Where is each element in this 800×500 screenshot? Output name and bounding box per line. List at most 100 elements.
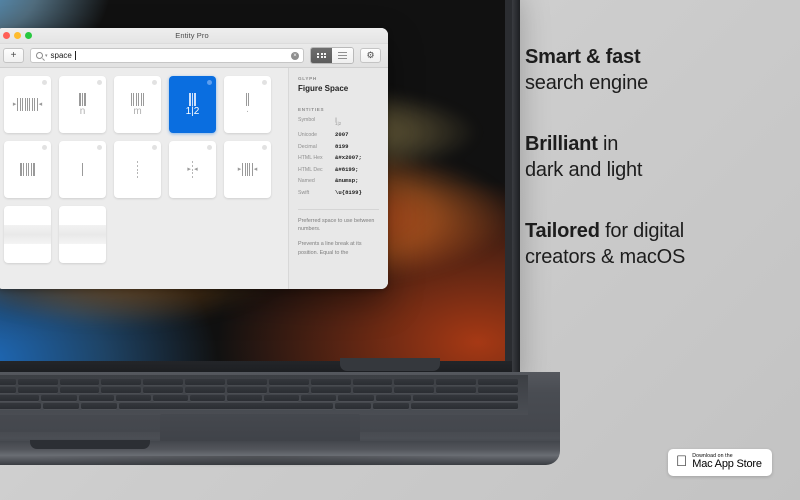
entity-key: HTML Hex: [298, 155, 323, 161]
grid-view-button[interactable]: [311, 48, 332, 63]
entity-key: Unicode: [298, 132, 318, 138]
entity-value[interactable]: 2007: [335, 131, 348, 138]
info-icon[interactable]: [97, 80, 102, 85]
clear-search-icon[interactable]: ×: [291, 51, 299, 60]
grid-icon: [317, 52, 326, 59]
glyph-note-secondary: Prevents a line break at its position. E…: [298, 241, 362, 256]
entity-row: Unicode 2007: [298, 131, 379, 138]
glyph-tile[interactable]: n: [59, 76, 106, 133]
feature-subline-1: search engine: [525, 72, 649, 95]
entity-row: Symbol ∥ 1|2: [298, 117, 379, 127]
entity-value[interactable]: &#x2007;: [335, 154, 362, 161]
feature-rest-3: for digital: [599, 219, 685, 242]
glyph-sublabel: 1|2: [185, 105, 200, 117]
glyph-grid[interactable]: ▸ ◂ n m 1|2 · ▸ ◂ ▸ ◂: [0, 68, 288, 289]
glyph-tile[interactable]: ▸ ◂: [4, 76, 51, 133]
add-button[interactable]: +: [3, 48, 24, 63]
text-caret: [74, 51, 76, 60]
entity-key: HTML Dec: [298, 166, 323, 173]
glyph-tile[interactable]: ␣: [59, 206, 106, 263]
feature-strong-2: Brilliant: [525, 132, 598, 155]
app-store-large-text: Mac App Store: [681, 458, 762, 471]
entity-key: Decimal: [298, 143, 317, 150]
entity-value[interactable]: &#8199;: [335, 166, 359, 173]
feature-rest-2: in: [597, 132, 619, 155]
glyph-name: Figure Space: [298, 84, 349, 93]
detail-divider: [298, 208, 379, 210]
feature-headline-3: Tailored for digital: [525, 218, 790, 244]
glyph-preview: ▸ ◂: [13, 98, 42, 111]
info-icon[interactable]: [42, 145, 47, 150]
glyph-sublabel: m: [133, 105, 142, 117]
laptop-shadow: [0, 456, 580, 486]
feature-block-3: Tailored for digital creators & macOS: [525, 218, 790, 271]
settings-button[interactable]: ⚙: [360, 48, 381, 63]
keyboard-keys: [0, 377, 522, 411]
feature-subline-3: creators & macOS: [525, 245, 686, 268]
info-icon[interactable]: [97, 145, 102, 150]
entity-row: HTML Dec &#8199;: [298, 166, 379, 173]
info-icon[interactable]: [152, 80, 157, 85]
search-input[interactable]: ▾ space ×: [30, 48, 304, 63]
feature-strong-3: Tailored: [525, 219, 600, 242]
glyph-tile[interactable]: m: [114, 76, 161, 133]
glyph-tile[interactable]: [114, 141, 161, 198]
laptop-screen: Entity Pro + ▾ space × ⚙ ▸ ◂ n m 1|2 · ▸…: [0, 0, 505, 361]
feature-strong-1: Smart & fast: [525, 46, 641, 68]
app-window[interactable]: Entity Pro + ▾ space × ⚙ ▸ ◂ n m 1|2 · ▸…: [0, 28, 388, 289]
apple-logo-icon: : [676, 454, 687, 469]
tile-stripe: [4, 225, 51, 244]
feature-headline-1: Smart & fast: [525, 44, 790, 70]
info-icon[interactable]: [262, 145, 267, 150]
entities-section: ENTITIES Symbol ∥ 1|2 Unicode 2007 Decim…: [298, 107, 379, 196]
glyph-preview: n: [79, 92, 86, 117]
app-toolbar: + ▾ space × ⚙: [0, 44, 388, 68]
glyph-preview: [81, 163, 84, 176]
entity-value[interactable]: &numsp;: [335, 177, 359, 184]
entity-key: Symbol: [298, 116, 316, 123]
info-icon[interactable]: [207, 80, 212, 85]
laptop-hinge: [340, 358, 440, 371]
glyph-preview: ▸ ◂: [187, 161, 198, 178]
laptop-front-notch: [30, 440, 150, 449]
info-icon[interactable]: [262, 80, 267, 85]
glyph-preview: ·: [245, 92, 250, 117]
feature-block-1: Smart & fast search engine: [525, 44, 790, 97]
glyph-sublabel: n: [79, 105, 86, 117]
entity-row: Swift \u{8199}: [298, 189, 379, 196]
app-store-text: Download on the Mac App Store: [681, 453, 762, 471]
glyph-tile[interactable]: [4, 141, 51, 198]
info-icon[interactable]: [42, 80, 47, 85]
info-icon[interactable]: [152, 145, 157, 150]
glyph-preview: [20, 163, 35, 176]
entity-value-symbol: ∥ 1|2: [335, 116, 342, 126]
list-view-button[interactable]: [332, 48, 353, 63]
glyph-tile-selected[interactable]: 1|2: [169, 76, 216, 133]
glyph-tile[interactable]: ▸ ◂: [169, 141, 216, 198]
search-icon: [36, 52, 43, 59]
glyph-tile[interactable]: ·: [224, 76, 271, 133]
tile-stripe: [59, 225, 106, 244]
glyph-tile[interactable]: ⌫: [4, 206, 51, 263]
view-mode-switch[interactable]: [310, 47, 354, 64]
list-icon: [338, 52, 347, 59]
glyph-tile[interactable]: [59, 141, 106, 198]
entities-section-label: ENTITIES: [298, 107, 325, 112]
macbook-mockup: Entity Pro + ▾ space × ⚙ ▸ ◂ n m 1|2 · ▸…: [0, 0, 580, 486]
search-value: space: [50, 51, 72, 60]
entity-value[interactable]: 8199: [335, 143, 348, 150]
entity-row: HTML Hex &#x2007;: [298, 154, 379, 161]
glyph-preview: 1|2: [185, 92, 200, 117]
entity-value[interactable]: \u{8199}: [335, 189, 362, 196]
glyph-tile[interactable]: ▸ ◂: [224, 141, 271, 198]
feature-subline-2: dark and light: [525, 159, 643, 182]
mac-app-store-badge[interactable]:  Download on the Mac App Store: [668, 449, 772, 476]
chevron-down-icon[interactable]: ▾: [45, 53, 48, 59]
glyph-note-primary: Preferred space to use between numbers.: [298, 217, 375, 232]
info-icon[interactable]: [207, 145, 212, 150]
entity-key: Named: [298, 178, 315, 184]
feature-headline-2: Brilliant in: [525, 131, 790, 157]
window-titlebar: Entity Pro: [0, 28, 388, 44]
entity-key: Swift: [298, 189, 310, 196]
glyph-section-label: GLYPH: [298, 76, 317, 81]
